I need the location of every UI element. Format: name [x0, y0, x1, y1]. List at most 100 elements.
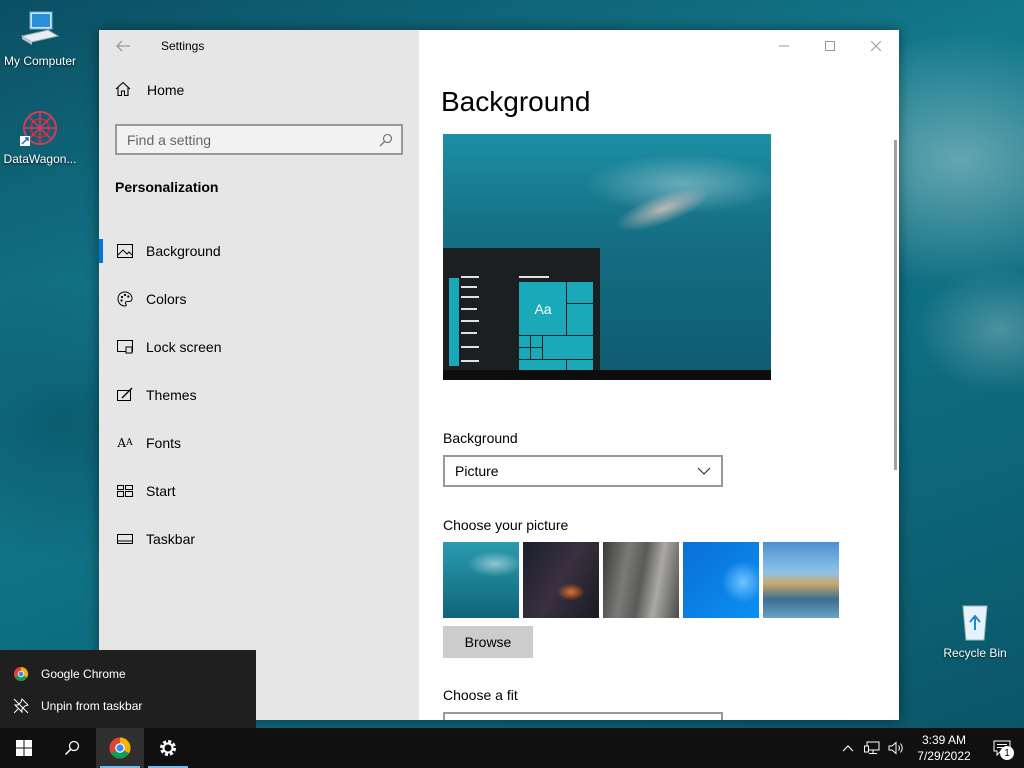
- choose-fit-label: Choose a fit: [443, 687, 518, 703]
- unpin-icon: [12, 697, 30, 715]
- clock-date: 7/29/2022: [917, 749, 971, 763]
- nav-home-label: Home: [147, 82, 185, 98]
- app-title: Settings: [161, 39, 205, 53]
- section-title: Personalization: [115, 179, 219, 195]
- font-icon: AA: [117, 436, 133, 450]
- background-preview: Aa: [443, 134, 771, 380]
- computer-icon: [20, 11, 60, 45]
- desktop-icon-label: DataWagon...: [3, 152, 77, 166]
- window-controls: [761, 30, 899, 62]
- background-label: Background: [443, 430, 518, 446]
- nav-item-label: Fonts: [146, 435, 182, 451]
- scrollbar[interactable]: [894, 140, 897, 470]
- taskbar: 3:39 AM 7/29/2022 1: [0, 728, 1024, 768]
- preview-start-menu: Aa: [443, 248, 600, 380]
- windows-logo-icon: [16, 740, 32, 756]
- home-icon: [115, 81, 135, 100]
- start-button[interactable]: [0, 728, 48, 768]
- picture-thumbnails: [443, 542, 839, 618]
- datawagon-icon: [20, 111, 57, 146]
- search-button[interactable]: [48, 728, 96, 768]
- settings-nav-pane: Settings Home Personalization Background…: [99, 30, 419, 720]
- page-title: Background: [441, 86, 591, 117]
- nav-item-label: Colors: [146, 291, 187, 307]
- nav-item-label: Taskbar: [146, 531, 196, 547]
- jumplist-item-chrome[interactable]: Google Chrome: [0, 658, 256, 690]
- jumplist-item-label: Unpin from taskbar: [41, 699, 143, 713]
- clock-time: 3:39 AM: [921, 733, 967, 747]
- nav-item-fonts[interactable]: AA Fonts: [99, 419, 419, 467]
- thumbnail-rock-face[interactable]: [603, 542, 679, 618]
- browse-button[interactable]: Browse: [443, 626, 533, 658]
- nav-item-label: Background: [146, 243, 221, 259]
- minimize-button[interactable]: [761, 30, 807, 62]
- nav-item-label: Themes: [146, 387, 197, 403]
- nav-item-taskbar[interactable]: Taskbar: [99, 515, 419, 563]
- title-bar: Settings: [99, 30, 419, 62]
- back-arrow-icon: [116, 40, 130, 52]
- chrome-icon: [109, 737, 131, 759]
- nav-item-colors[interactable]: Colors: [99, 275, 419, 323]
- close-button[interactable]: [853, 30, 899, 62]
- thumbnail-beach[interactable]: [763, 542, 839, 618]
- choose-picture-label: Choose your picture: [443, 517, 569, 533]
- nav-item-start[interactable]: Start: [99, 467, 419, 515]
- maximize-icon: [825, 41, 835, 51]
- maximize-button[interactable]: [807, 30, 853, 62]
- taskbar-chrome-button[interactable]: [96, 728, 144, 768]
- background-dropdown[interactable]: Picture: [443, 455, 723, 487]
- volume-button[interactable]: [884, 728, 908, 768]
- nav-list: Background Colors Lock screen Themes AA …: [99, 227, 419, 563]
- brush-icon: [115, 385, 135, 405]
- nav-item-background[interactable]: Background: [99, 227, 419, 275]
- desktop-icon-label: My Computer: [3, 54, 77, 68]
- chevron-down-icon: [697, 467, 711, 475]
- nav-home[interactable]: Home: [99, 70, 419, 110]
- palette-icon: [115, 289, 135, 309]
- desktop-icon-label: Recycle Bin: [943, 646, 1007, 660]
- gear-icon: [160, 740, 176, 756]
- network-icon: [864, 741, 880, 754]
- desktop-icon-datawagon[interactable]: DataWagon...: [0, 108, 80, 166]
- search-icon: [379, 133, 393, 146]
- nav-item-label: Lock screen: [146, 339, 222, 355]
- clock[interactable]: 3:39 AM 7/29/2022: [908, 732, 980, 764]
- picture-icon: [115, 241, 135, 261]
- show-hidden-icons-button[interactable]: [836, 728, 860, 768]
- desktop-icon-my-computer[interactable]: My Computer: [0, 10, 80, 68]
- minimize-icon: [779, 45, 789, 47]
- system-tray: 3:39 AM 7/29/2022 1: [836, 728, 1024, 768]
- nav-item-label: Start: [146, 483, 176, 499]
- thumbnail-underwater[interactable]: [443, 542, 519, 618]
- fit-dropdown[interactable]: [443, 712, 723, 720]
- thumbnail-windows-logo[interactable]: [683, 542, 759, 618]
- background-dropdown-value: Picture: [455, 463, 499, 479]
- search-box[interactable]: [115, 124, 403, 155]
- notification-badge: 1: [1000, 746, 1014, 760]
- start-layout-icon: [115, 481, 135, 501]
- nav-item-themes[interactable]: Themes: [99, 371, 419, 419]
- taskbar-icon: [115, 529, 135, 549]
- settings-window: Settings Home Personalization Background…: [99, 30, 899, 720]
- preview-tile: Aa: [519, 282, 567, 336]
- settings-content-pane: Background Aa Background Picture Choose …: [419, 30, 899, 720]
- lock-screen-icon: [115, 337, 135, 357]
- jumplist-item-label: Google Chrome: [41, 667, 126, 681]
- search-input[interactable]: [127, 131, 367, 148]
- chrome-jump-list: Google Chrome Unpin from taskbar: [0, 650, 256, 728]
- chrome-icon: [12, 665, 30, 683]
- desktop-icon-recycle-bin[interactable]: Recycle Bin: [935, 602, 1015, 660]
- chevron-up-icon: [842, 745, 854, 752]
- search-icon: [64, 740, 80, 756]
- nav-item-lock-screen[interactable]: Lock screen: [99, 323, 419, 371]
- preview-taskbar: [443, 370, 771, 380]
- network-button[interactable]: [860, 728, 884, 768]
- close-icon: [871, 41, 881, 51]
- thumbnail-night-sky[interactable]: [523, 542, 599, 618]
- notifications-button[interactable]: 1: [980, 728, 1024, 768]
- volume-icon: [888, 741, 903, 755]
- jumplist-item-unpin[interactable]: Unpin from taskbar: [0, 690, 256, 722]
- taskbar-settings-button[interactable]: [144, 728, 192, 768]
- recycle-bin-icon: [962, 605, 988, 641]
- back-button[interactable]: [99, 30, 147, 62]
